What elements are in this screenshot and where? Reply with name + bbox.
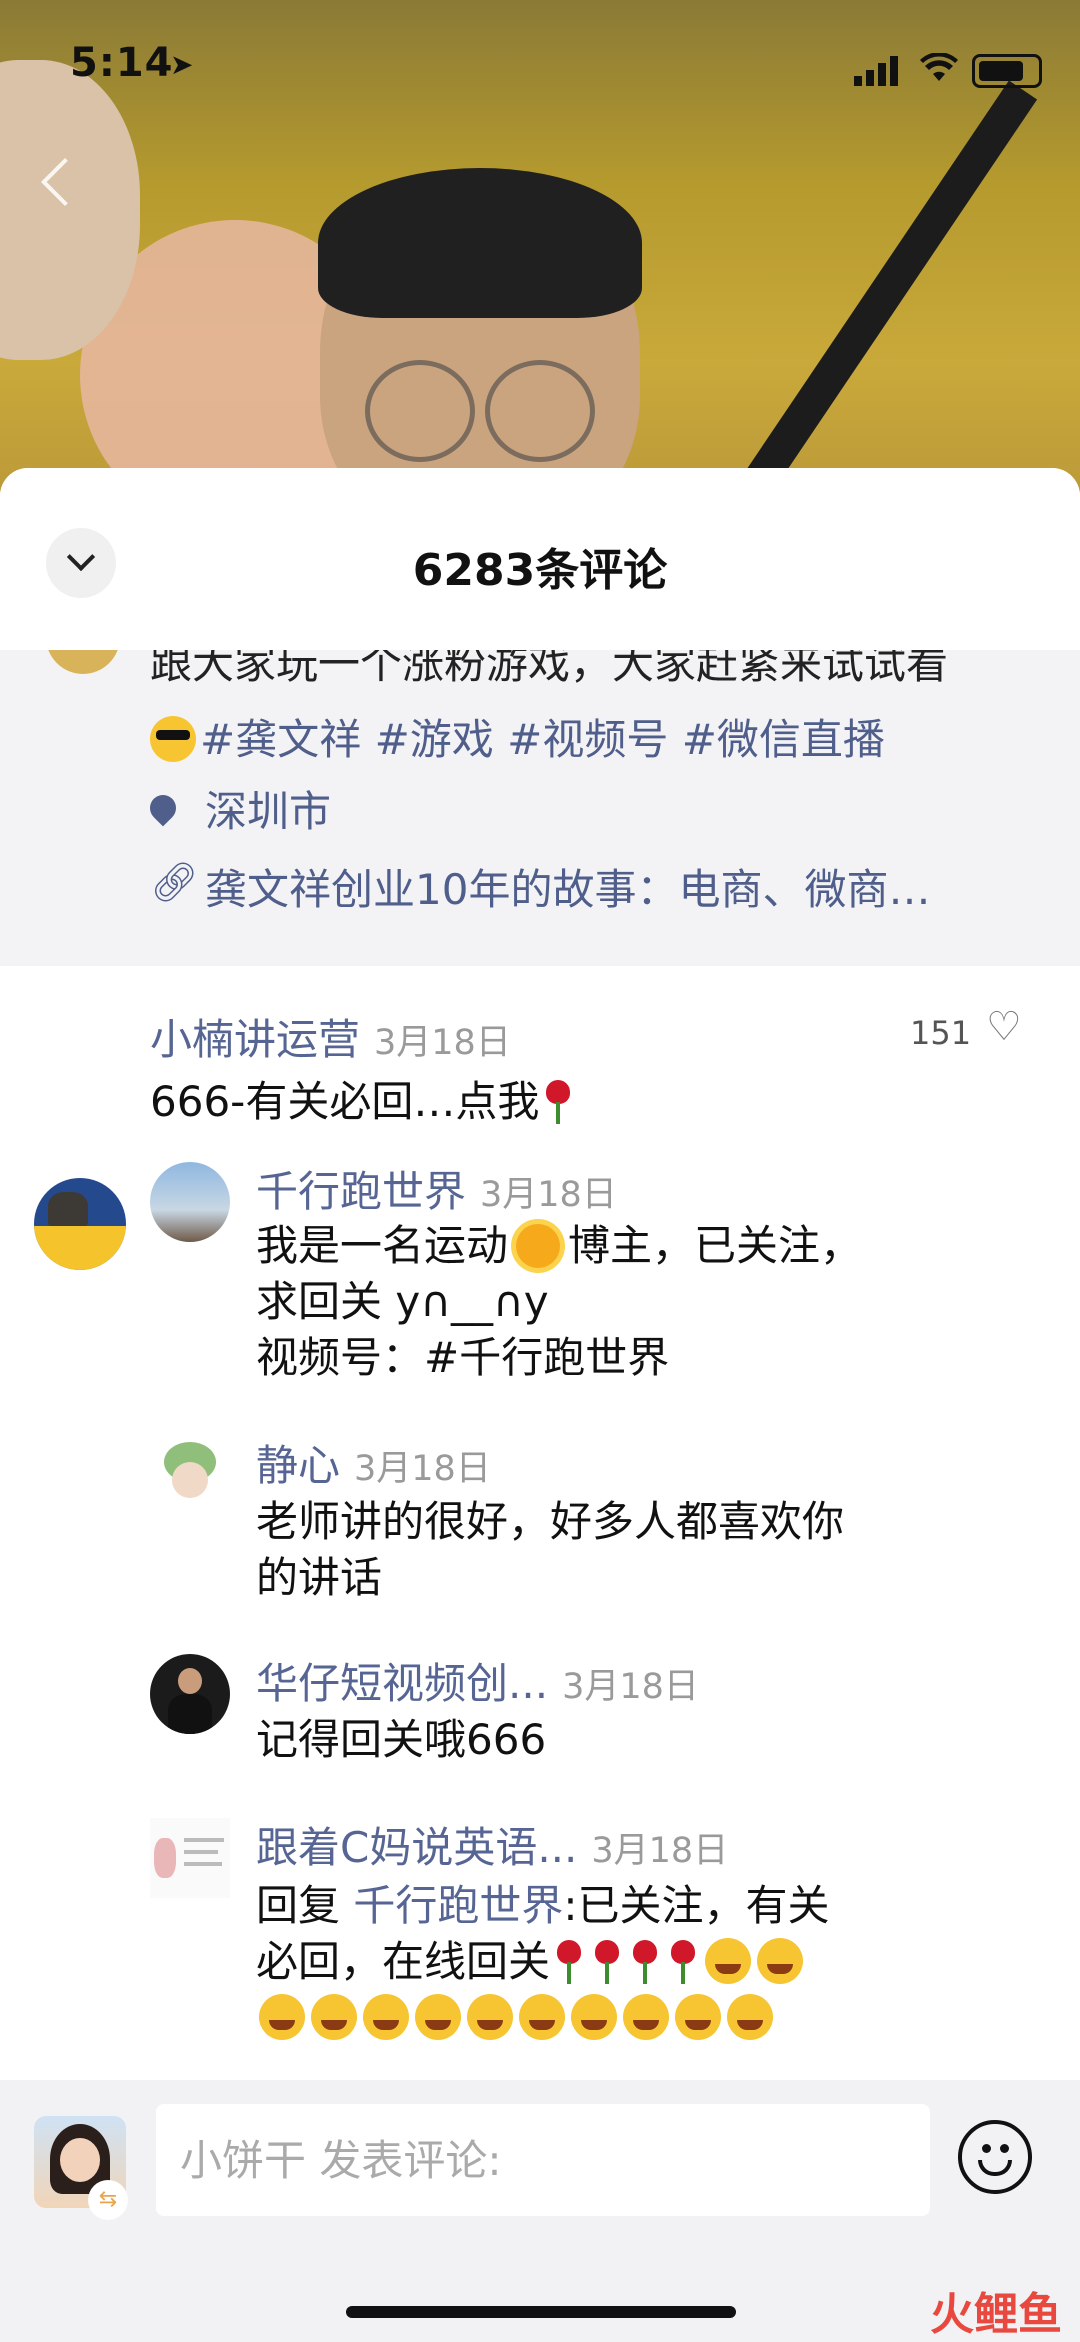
location-pin-icon xyxy=(144,789,182,827)
reply-to-name[interactable]: 千行跑世界 xyxy=(353,1881,563,1930)
home-indicator[interactable] xyxy=(346,2306,736,2318)
avatar[interactable] xyxy=(150,1162,230,1242)
comments-sheet: 6283条评论 跟大家玩一个涨粉游戏，大家赶紧来试试看 #龚文祥 #游戏 #视频… xyxy=(0,468,1080,2339)
wifi-icon xyxy=(920,52,958,92)
comment-date: 3月18日 xyxy=(562,1667,699,1707)
shy-emoji-icon xyxy=(519,1994,565,2040)
tag-link[interactable]: #微信直播 xyxy=(682,715,885,764)
video-speaker-hair xyxy=(318,168,642,318)
tag-link[interactable]: #视频号 xyxy=(507,715,668,764)
reply-header: 静心 3月18日 xyxy=(256,1432,491,1493)
shy-emoji-icon xyxy=(415,1994,461,2040)
rose-emoji-icon xyxy=(592,1940,622,1984)
shy-emoji-icon xyxy=(467,1994,513,2040)
shy-emoji-icon xyxy=(311,1994,357,2040)
reply-text-line: 老师讲的很好，好多人都喜欢你 xyxy=(256,1497,845,1546)
reply-text: 老师讲的很好，好多人都喜欢你 的讲话 xyxy=(256,1494,844,1606)
shy-emoji-icon xyxy=(757,1938,804,1984)
rose-emoji-icon xyxy=(630,1940,660,1984)
author-avatar[interactable] xyxy=(46,650,120,674)
link-icon: 🔗︎ xyxy=(150,860,199,904)
reply-text-line: 我是一名运动 xyxy=(256,1221,509,1270)
watermark-logo: 火鲤鱼 xyxy=(930,2289,1062,2340)
emoji-button[interactable] xyxy=(958,2120,1032,2194)
reply-text-line: 必回，在线回关 xyxy=(256,1937,551,1986)
tag-link[interactable]: #游戏 xyxy=(375,715,494,764)
commenter-name[interactable]: 小楠讲运营 xyxy=(150,1015,360,1064)
post-location[interactable]: 深圳市 xyxy=(205,778,331,839)
commenter-name[interactable]: 千行跑世界 xyxy=(256,1167,466,1216)
reply-text-line: 博主，已关注， xyxy=(568,1221,863,1270)
heart-icon[interactable]: ♡ xyxy=(986,1004,1022,1050)
comment-text: 666-有关必回…点我 xyxy=(150,1074,577,1130)
post-article-link[interactable]: 龚文祥创业10年的故事：电商、微商… xyxy=(205,856,930,917)
battery-icon xyxy=(972,54,1042,88)
status-time: 5:14 xyxy=(70,40,174,86)
reply-text-line: 的讲话 xyxy=(256,1553,383,1602)
commenter-name[interactable]: 静心 xyxy=(256,1441,340,1490)
emoji-eye xyxy=(1000,2144,1009,2153)
avatar[interactable] xyxy=(150,1654,230,1734)
commenter-name[interactable]: 跟着C妈说英语... xyxy=(256,1823,577,1872)
avatar[interactable] xyxy=(150,1818,230,1898)
comment-date: 3月18日 xyxy=(591,1831,729,1871)
video-glasses-right xyxy=(485,360,595,462)
comment-header: 小楠讲运营 3月18日 xyxy=(150,1006,511,1067)
shy-emoji-icon xyxy=(363,1994,409,2040)
reply-text: 记得回关哦666 xyxy=(256,1715,547,1764)
like-count: 151 xyxy=(910,1014,972,1052)
reply-header: 华仔短视频创... 3月18日 xyxy=(256,1650,699,1711)
status-bar: 5:14 ➤ xyxy=(0,40,1080,100)
switch-identity-icon[interactable]: ⇆ xyxy=(88,2180,128,2220)
sun-emoji-icon xyxy=(516,1224,561,1268)
comments-count-title: 6283条评论 xyxy=(412,545,668,596)
comment-date: 3月18日 xyxy=(480,1175,617,1215)
sheet-header: 6283条评论 xyxy=(0,468,1080,650)
shy-emoji-icon xyxy=(623,1994,669,2040)
rose-emoji-icon xyxy=(554,1940,584,1984)
post-tags: #龚文祥 #游戏 #视频号 #微信直播 xyxy=(150,706,885,767)
post-text: 跟大家玩一个涨粉游戏，大家赶紧来试试看 xyxy=(150,650,949,688)
video-glasses-left xyxy=(365,360,475,462)
shy-emoji-icon xyxy=(675,1994,721,2040)
reply-text-line: 求回关 y∩__∩y xyxy=(256,1277,549,1326)
shy-emoji-icon xyxy=(571,1994,617,2040)
shy-emoji-icon xyxy=(259,1994,305,2040)
video-stripe xyxy=(718,80,1038,520)
comment-date: 3月18日 xyxy=(354,1449,491,1489)
emoji-eye xyxy=(982,2144,991,2153)
comment-input-bar: ⇆ xyxy=(0,2080,1080,2339)
comment-input[interactable] xyxy=(156,2104,930,2216)
reply-text-line: :已关注，有关 xyxy=(563,1881,830,1930)
commenter-name[interactable]: 华仔短视频创... xyxy=(256,1659,548,1708)
location-arrow-icon: ➤ xyxy=(170,48,194,81)
shy-emoji-icon xyxy=(705,1938,752,1984)
post-description: 跟大家玩一个涨粉游戏，大家赶紧来试试看 #龚文祥 #游戏 #视频号 #微信直播 … xyxy=(0,650,1080,966)
reply-header: 跟着C妈说英语... 3月18日 xyxy=(256,1814,728,1875)
comment-text-content: 666-有关必回…点我 xyxy=(150,1077,540,1126)
avatar[interactable] xyxy=(150,1436,230,1516)
shy-emoji-icon xyxy=(727,1994,773,2040)
avatar-face xyxy=(60,2138,100,2182)
sunglasses-emoji-icon xyxy=(150,716,196,762)
comment-date: 3月18日 xyxy=(374,1023,511,1063)
reply-header: 千行跑世界 3月18日 xyxy=(256,1158,617,1219)
avatar[interactable] xyxy=(34,1178,126,1270)
tag-link[interactable]: #龚文祥 xyxy=(200,715,361,764)
signal-icon xyxy=(854,56,898,86)
emoji-mouth xyxy=(978,2160,1012,2176)
rose-emoji-icon xyxy=(543,1080,573,1124)
reply-text: 我是一名运动 博主，已关注， 求回关 y∩__∩y 视频号：#千行跑世界 xyxy=(256,1218,862,1386)
reply-text: 回复 千行跑世界:已关注，有关 必回，在线回关 xyxy=(256,1878,830,2046)
reply-text-line: 视频号：#千行跑世界 xyxy=(256,1333,670,1382)
reply-prefix: 回复 xyxy=(256,1881,341,1930)
rose-emoji-icon xyxy=(668,1940,698,1984)
